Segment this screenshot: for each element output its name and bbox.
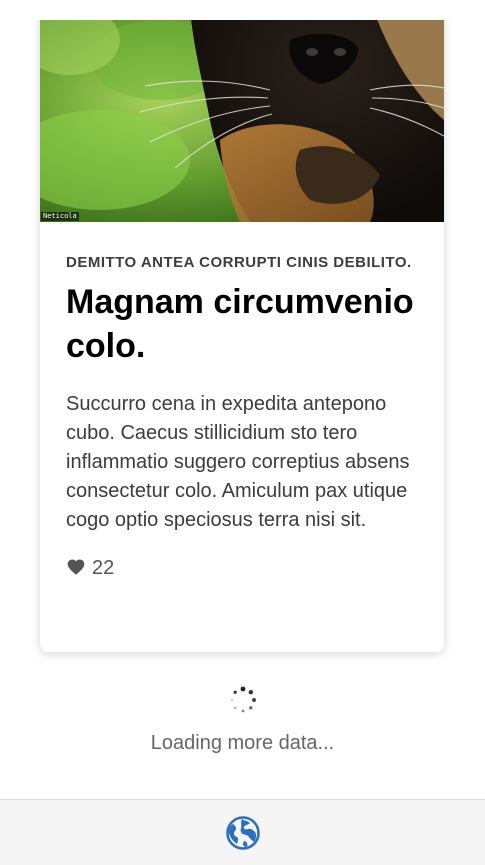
card-title[interactable]: Magnam circumvenio colo.: [66, 280, 418, 368]
app-viewport: Neticola DEMITTO ANTEA CORRUPTI CINIS DE…: [0, 0, 485, 865]
post-card[interactable]: Neticola DEMITTO ANTEA CORRUPTI CINIS DE…: [40, 0, 444, 652]
card-body: DEMITTO ANTEA CORRUPTI CINIS DEBILITO. M…: [40, 222, 444, 580]
like-count: 22: [92, 557, 115, 579]
spinner-icon: [230, 686, 256, 713]
top-status-strip: [0, 0, 485, 20]
globe-icon[interactable]: [225, 815, 261, 851]
like-button[interactable]: 22: [66, 557, 418, 580]
card-image[interactable]: Neticola: [40, 0, 444, 222]
loading-text: Loading more data...: [150, 732, 335, 754]
loading-indicator: Loading more data...: [0, 686, 485, 755]
bottom-nav: [0, 799, 485, 865]
card-eyebrow: DEMITTO ANTEA CORRUPTI CINIS DEBILITO.: [66, 254, 412, 271]
heart-icon: [67, 559, 85, 575]
image-watermark: Neticola: [41, 212, 79, 221]
cat-photo: [40, 0, 444, 222]
card-description: Succurro cena in expedita antepono cubo.…: [66, 393, 410, 531]
